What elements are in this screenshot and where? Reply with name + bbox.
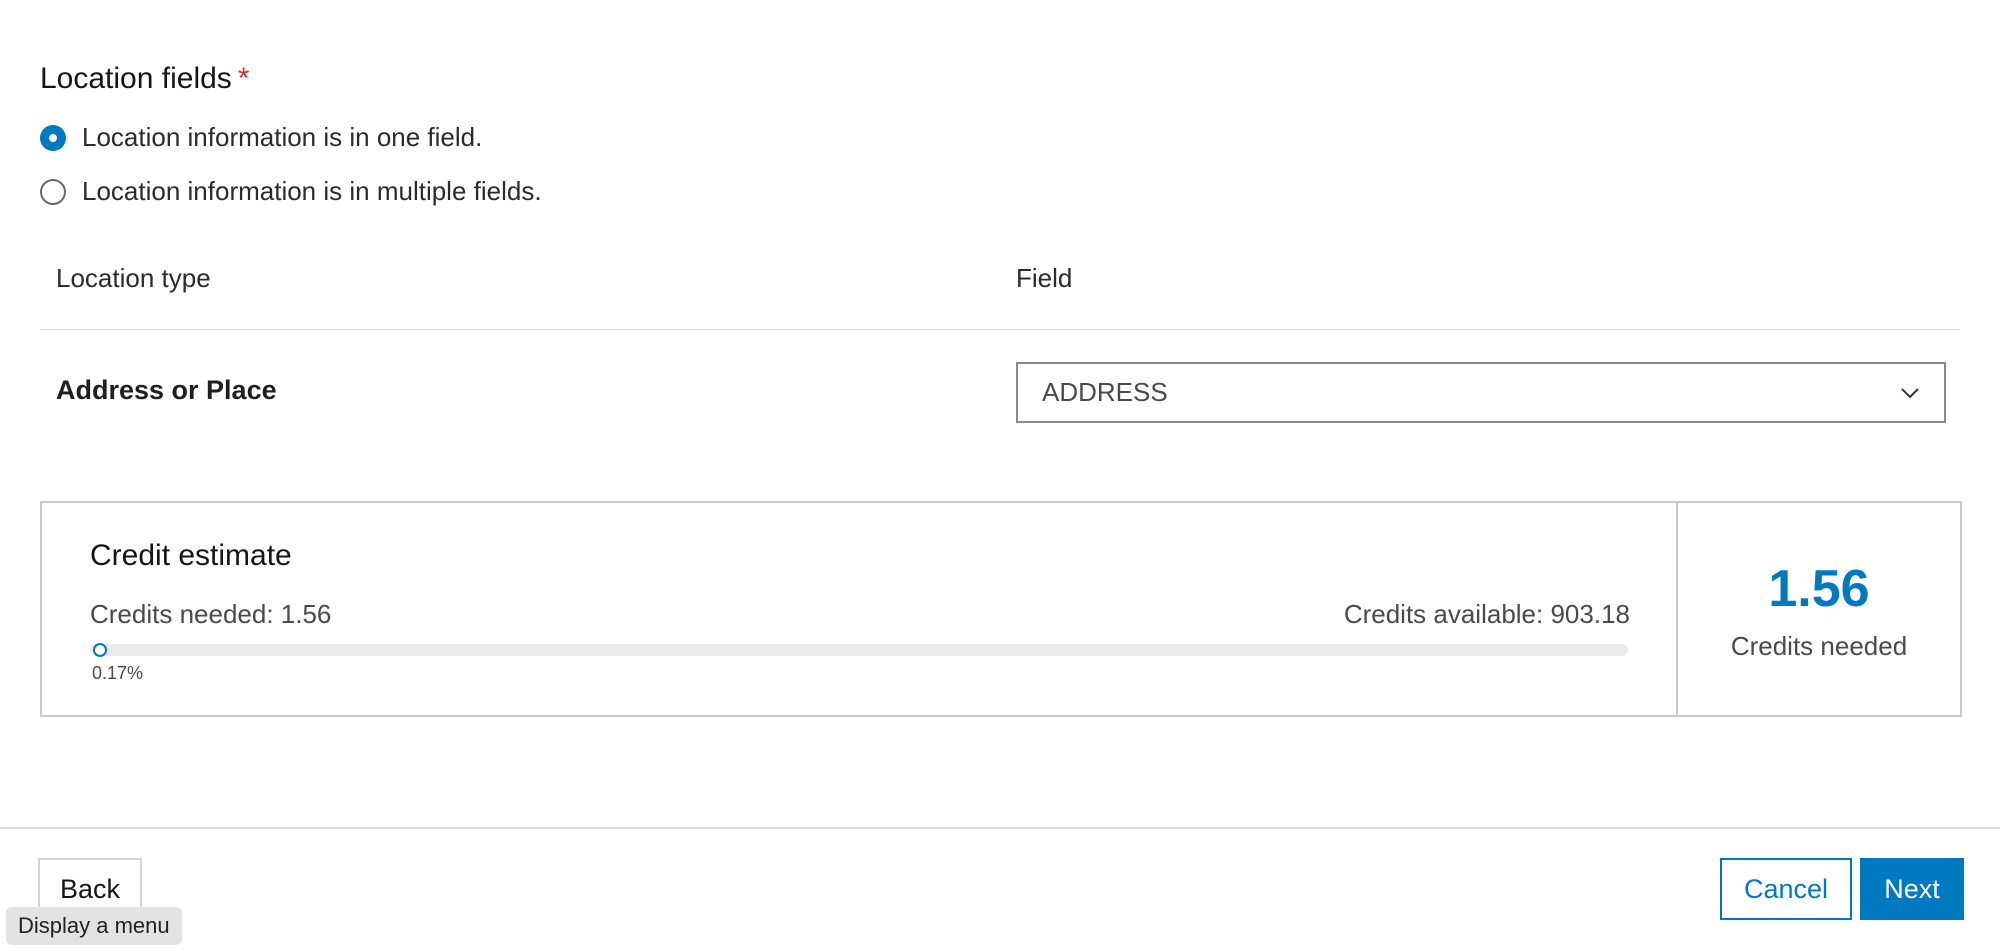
radio-option-one-field[interactable]: Location information is in one field. bbox=[40, 122, 482, 153]
column-header-location-type: Location type bbox=[56, 263, 211, 293]
credit-progress-indicator bbox=[92, 643, 107, 657]
table-divider bbox=[40, 329, 1960, 330]
location-fields-heading: Location fields * bbox=[40, 62, 249, 96]
next-button[interactable]: Next bbox=[1860, 858, 1964, 920]
credits-needed-summary: 1.56 Credits needed bbox=[1678, 503, 1960, 715]
footer-divider bbox=[0, 827, 2000, 829]
radio-label-multiple-fields: Location information is in multiple fiel… bbox=[82, 176, 542, 206]
credits-needed-value: 1.56 bbox=[1768, 560, 1870, 618]
credit-estimate-title: Credit estimate bbox=[90, 539, 292, 572]
location-fields-title: Location fields bbox=[40, 62, 232, 95]
credits-needed-caption: Credits needed bbox=[1730, 631, 1908, 661]
credits-needed-text: Credits needed: 1.56 bbox=[90, 599, 332, 629]
field-select-dropdown[interactable]: ADDRESS bbox=[1016, 362, 1946, 423]
cancel-button[interactable]: Cancel bbox=[1720, 858, 1852, 920]
credit-estimate-panel: Credit estimate Credits needed: 1.56 Cre… bbox=[40, 501, 1962, 717]
radio-button-one-field[interactable] bbox=[40, 124, 66, 151]
row-label-address-or-place: Address or Place bbox=[56, 375, 277, 405]
column-header-field: Field bbox=[1016, 263, 1073, 293]
chevron-down-icon bbox=[1901, 387, 1919, 398]
field-select-value: ADDRESS bbox=[1042, 377, 1168, 407]
display-menu-tooltip: Display a menu bbox=[6, 907, 182, 945]
credit-progress-percent: 0.17% bbox=[92, 663, 144, 683]
credits-available-text: Credits available: 903.18 bbox=[1343, 599, 1630, 629]
radio-option-multiple-fields[interactable]: Location information is in multiple fiel… bbox=[40, 176, 542, 207]
radio-button-multiple-fields[interactable] bbox=[40, 178, 66, 205]
credit-estimate-details: Credit estimate Credits needed: 1.56 Cre… bbox=[42, 503, 1678, 715]
radio-label-one-field: Location information is in one field. bbox=[82, 122, 483, 152]
credit-progress-bar bbox=[90, 643, 1628, 657]
required-marker: * bbox=[237, 62, 250, 95]
